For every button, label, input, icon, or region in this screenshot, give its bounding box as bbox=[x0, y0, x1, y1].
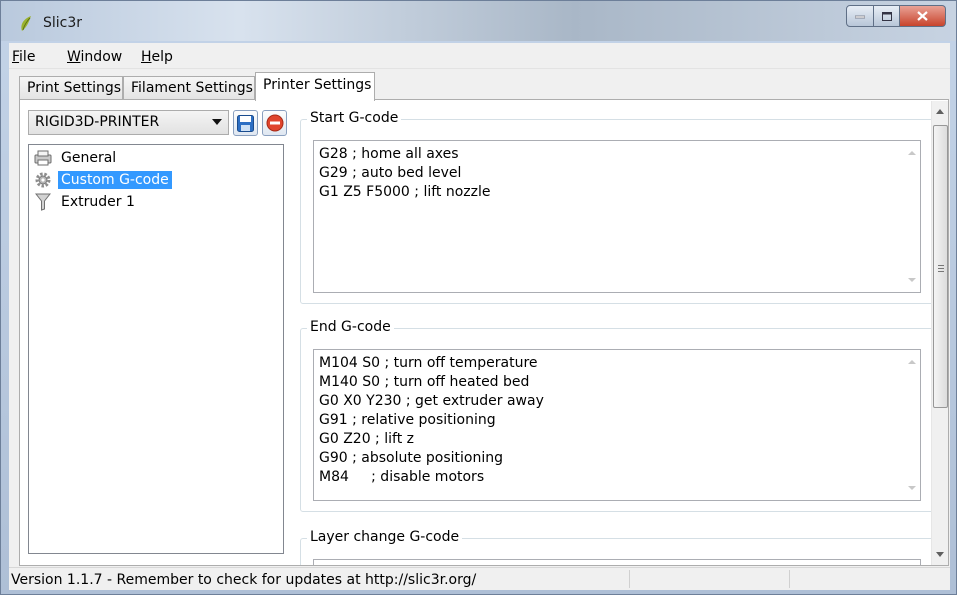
code-line: M84 ; disable motors bbox=[319, 469, 485, 485]
minimize-button[interactable] bbox=[846, 5, 874, 27]
slic3r-logo-icon bbox=[21, 16, 31, 31]
layer-change-gcode-textarea[interactable] bbox=[313, 559, 921, 565]
tree-item-label: Extruder 1 bbox=[61, 194, 135, 210]
minimize-icon bbox=[855, 15, 865, 19]
tab-filament-settings[interactable]: Filament Settings bbox=[123, 76, 255, 100]
menu-bar: File Window Help bbox=[9, 43, 950, 69]
menu-help-label: elp bbox=[151, 49, 173, 65]
menu-window-accel: W bbox=[67, 49, 81, 65]
textarea-scrollbar[interactable] bbox=[903, 350, 920, 500]
menu-file[interactable]: File bbox=[12, 49, 35, 65]
preset-dropdown[interactable]: RIGID3D-PRINTER bbox=[28, 110, 229, 135]
printer-settings-panel: RIGID3D-PRINTER General Custom G-code Ex… bbox=[19, 99, 949, 566]
tree-item-label: General bbox=[61, 150, 117, 166]
tab-print-settings[interactable]: Print Settings bbox=[19, 76, 123, 100]
scroll-down-icon[interactable] bbox=[936, 552, 944, 557]
save-icon bbox=[237, 114, 254, 132]
start-gcode-title: Start G-code bbox=[307, 110, 402, 126]
code-line: G1 Z5 F5000 ; lift nozzle bbox=[319, 184, 491, 200]
code-line: G91 ; relative positioning bbox=[319, 412, 496, 428]
scroll-down-icon[interactable] bbox=[908, 486, 916, 490]
menu-help[interactable]: Help bbox=[141, 49, 173, 65]
status-divider bbox=[629, 570, 630, 588]
delete-icon bbox=[266, 114, 283, 132]
grip-icon bbox=[938, 265, 944, 266]
tree-item-label: Custom G-code bbox=[58, 171, 172, 189]
client-area: File Window Help Print Settings Filament… bbox=[9, 43, 950, 590]
menu-file-accel: F bbox=[12, 49, 20, 65]
code-line: G0 Z20 ; lift z bbox=[319, 431, 414, 447]
scrollbar-thumb[interactable] bbox=[933, 125, 948, 408]
preset-dropdown-value: RIGID3D-PRINTER bbox=[35, 114, 160, 130]
code-line: G29 ; auto bed level bbox=[319, 165, 462, 181]
end-gcode-group: End G-code M104 S0 ; turn off temperatur… bbox=[300, 319, 934, 512]
tree-item-extruder-1[interactable]: Extruder 1 bbox=[34, 191, 138, 213]
code-line: G90 ; absolute positioning bbox=[319, 450, 504, 466]
maximize-icon bbox=[881, 11, 892, 21]
save-preset-button[interactable] bbox=[233, 110, 258, 136]
end-gcode-textarea[interactable]: M104 S0 ; turn off temperature M140 S0 ;… bbox=[313, 349, 921, 501]
close-button[interactable] bbox=[900, 5, 946, 27]
menu-file-label: ile bbox=[19, 49, 36, 65]
status-bar: Version 1.1.7 - Remember to check for up… bbox=[9, 567, 950, 590]
window-controls bbox=[846, 5, 946, 27]
window-title: Slic3r bbox=[43, 15, 83, 31]
code-line: M104 S0 ; turn off temperature bbox=[319, 355, 538, 371]
code-line: M140 S0 ; turn off heated bed bbox=[319, 374, 530, 390]
start-gcode-textarea[interactable]: G28 ; home all axes G29 ; auto bed level… bbox=[313, 140, 921, 293]
app-window: Slic3r File Window Help Print Settings F… bbox=[0, 0, 957, 595]
menu-window-label: indow bbox=[80, 49, 123, 65]
scroll-up-icon[interactable] bbox=[936, 109, 944, 114]
menu-window[interactable]: Window bbox=[67, 49, 122, 65]
chevron-down-icon bbox=[212, 119, 222, 125]
scroll-up-icon[interactable] bbox=[908, 151, 916, 155]
delete-preset-button[interactable] bbox=[262, 110, 287, 136]
printer-icon bbox=[34, 149, 52, 167]
close-icon bbox=[917, 11, 928, 21]
code-line: G28 ; home all axes bbox=[319, 146, 459, 162]
start-gcode-group: Start G-code G28 ; home all axes G29 ; a… bbox=[300, 110, 934, 304]
funnel-icon bbox=[34, 193, 52, 211]
code-line: G0 X0 Y230 ; get extruder away bbox=[319, 393, 544, 409]
status-divider bbox=[789, 570, 790, 588]
maximize-button[interactable] bbox=[874, 5, 900, 27]
end-gcode-title: End G-code bbox=[307, 319, 394, 335]
textarea-scrollbar[interactable] bbox=[903, 141, 920, 292]
menu-help-accel: H bbox=[141, 49, 152, 65]
tree-item-custom-gcode[interactable]: Custom G-code bbox=[34, 169, 172, 191]
gcode-scroll-area[interactable]: Start G-code G28 ; home all axes G29 ; a… bbox=[292, 101, 948, 565]
scroll-down-icon[interactable] bbox=[908, 278, 916, 282]
layer-change-gcode-group: Layer change G-code bbox=[300, 529, 934, 565]
tree-item-general[interactable]: General bbox=[34, 147, 119, 169]
panel-scrollbar[interactable] bbox=[931, 101, 948, 565]
settings-tree: General Custom G-code Extruder 1 bbox=[28, 144, 284, 554]
tab-printer-settings[interactable]: Printer Settings bbox=[255, 72, 375, 101]
layer-change-gcode-title: Layer change G-code bbox=[307, 529, 463, 545]
title-bar[interactable]: Slic3r bbox=[1, 1, 956, 41]
scroll-up-icon[interactable] bbox=[908, 360, 916, 364]
gear-icon bbox=[34, 171, 52, 189]
status-text: Version 1.1.7 - Remember to check for up… bbox=[11, 572, 477, 588]
